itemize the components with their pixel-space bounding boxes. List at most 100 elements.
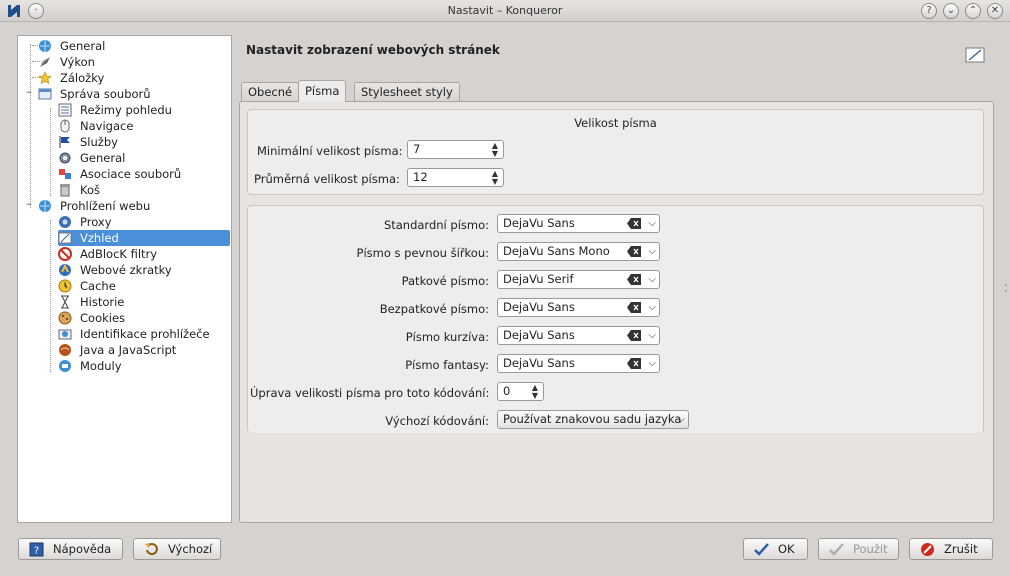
checkmark-icon	[754, 543, 769, 556]
sidebar-item-label: AdBlocK filtry	[80, 247, 158, 261]
sidebar-item-services[interactable]: Služby	[58, 134, 228, 150]
font-size-adjust-label: Úprava velikosti písma pro toto kódování…	[250, 386, 490, 400]
minimize-window-button[interactable]: ⌄	[943, 3, 959, 19]
sidebar-item-bookmarks[interactable]: Záložky	[38, 70, 228, 86]
cache-icon	[58, 279, 72, 293]
cursive-font-combo[interactable]: DejaVu Sans ⌵	[497, 326, 660, 345]
gear-icon	[59, 152, 71, 164]
sidebar-item-label: Navigace	[80, 119, 134, 133]
sidebar-item-view-modes[interactable]: Režimy pohledu	[58, 102, 228, 118]
help-button[interactable]: ? Nápověda	[18, 538, 123, 560]
settings-tree[interactable]: – – General Výkon Záložky Správa souborů…	[17, 35, 232, 523]
clear-icon[interactable]	[627, 358, 641, 369]
clear-icon[interactable]	[627, 302, 641, 313]
title-bar[interactable]: · Nastavit – Konqueror ? ⌄ ⌃ ✕	[0, 0, 1010, 22]
ok-button-label: OK	[778, 542, 795, 556]
sidebar-item-cookies[interactable]: Cookies	[58, 310, 228, 326]
sidebar-item-label: Asociace souborů	[80, 167, 182, 181]
globe-icon	[39, 200, 51, 212]
sidebar-item-history[interactable]: Historie	[58, 294, 228, 310]
sans-serif-font-combo[interactable]: DejaVu Sans ⌵	[497, 298, 660, 317]
chevron-down-icon[interactable]: ⌵	[648, 355, 656, 372]
sidebar-item-java-javascript[interactable]: Java a JavaScript	[58, 342, 228, 358]
sidebar-item-label: General	[80, 151, 126, 165]
tab-fonts[interactable]: Písma	[298, 80, 347, 102]
chevron-down-icon[interactable]: ⌵	[648, 243, 656, 260]
svg-text:?: ?	[34, 546, 39, 557]
clear-icon[interactable]	[627, 274, 641, 285]
sidebar-item-general-files[interactable]: General	[58, 150, 228, 166]
sidebar-item-navigation[interactable]: Navigace	[58, 118, 228, 134]
web-shortcuts-icon	[59, 263, 71, 276]
min-font-size-spinbox[interactable]: 7 ▲ ▼	[407, 140, 504, 159]
sidebar-item-label: Vzhled	[80, 231, 119, 245]
fixed-font-value: DejaVu Sans Mono	[503, 244, 610, 258]
ok-button[interactable]: OK	[743, 538, 808, 560]
sidebar-item-label: Moduly	[80, 359, 122, 373]
proxy-icon	[59, 216, 71, 228]
clear-icon[interactable]	[627, 330, 641, 341]
standard-font-label: Standardní písmo:	[383, 218, 489, 232]
font-size-adjust-spinbox[interactable]: 0 ▲ ▼	[497, 382, 544, 401]
close-window-button[interactable]: ✕	[987, 3, 1003, 19]
min-font-size-value: 7	[413, 142, 421, 156]
chevron-down-icon[interactable]: ⌵	[648, 215, 656, 232]
chevron-down-icon[interactable]: ⌵	[648, 299, 656, 316]
sidebar-item-label: Režimy pohledu	[80, 103, 172, 117]
clear-icon[interactable]	[627, 218, 641, 229]
avg-font-size-value: 12	[413, 170, 428, 184]
min-font-size-label: Minimální velikost písma:	[257, 144, 403, 158]
spin-arrows-icon[interactable]: ▲ ▼	[490, 169, 500, 186]
sidebar-item-label: Proxy	[80, 215, 112, 229]
spin-arrows-icon[interactable]: ▲ ▼	[530, 383, 540, 400]
plugins-icon	[59, 360, 71, 372]
adblock-icon	[58, 247, 72, 261]
cancel-button[interactable]: Zrušit	[909, 538, 993, 560]
sidebar-item-general[interactable]: General	[38, 38, 228, 54]
apply-button[interactable]: Použít	[818, 538, 899, 560]
sidebar-item-trash[interactable]: Koš	[58, 182, 228, 198]
sidebar-item-label: Záložky	[60, 71, 105, 85]
chevron-down-icon[interactable]: ⌵	[648, 271, 656, 288]
tab-general[interactable]: Obecné	[241, 82, 300, 102]
sidebar-item-file-associations[interactable]: Asociace souborů	[58, 166, 228, 182]
avg-font-size-spinbox[interactable]: 12 ▲ ▼	[407, 168, 504, 187]
sidebar-item-performance[interactable]: Výkon	[38, 54, 228, 70]
sidebar-item-proxy[interactable]: Proxy	[58, 214, 228, 230]
sans-serif-font-label: Bezpatkové písmo:	[379, 302, 489, 316]
fantasy-font-value: DejaVu Sans	[503, 356, 575, 370]
clear-icon[interactable]	[627, 246, 641, 257]
chevron-down-icon[interactable]: ⌵	[677, 411, 685, 428]
globe-icon	[39, 40, 51, 52]
serif-font-combo[interactable]: DejaVu Serif ⌵	[497, 270, 660, 289]
spin-arrows-icon[interactable]: ▲ ▼	[490, 141, 500, 158]
resize-grip[interactable]	[1004, 282, 1008, 292]
sidebar-item-plugins[interactable]: Moduly	[58, 358, 228, 374]
appearance-header-icon	[965, 47, 985, 63]
sidebar-item-web-shortcuts[interactable]: Webové zkratky	[58, 262, 228, 278]
expand-file-manager-toggle[interactable]: –	[24, 85, 34, 98]
chevron-down-icon[interactable]: ⌵	[648, 327, 656, 344]
sidebar-item-browser-identification[interactable]: Identifikace prohlížeče	[58, 326, 228, 342]
window-title: Nastavit – Konqueror	[447, 4, 563, 17]
sidebar-item-web-browsing[interactable]: Prohlížení webu	[38, 198, 228, 214]
maximize-window-button[interactable]: ⌃	[965, 3, 981, 19]
sidebar-item-appearance[interactable]: Vzhled	[58, 230, 230, 246]
help-window-button[interactable]: ?	[921, 3, 937, 19]
standard-font-value: DejaVu Sans	[503, 216, 575, 230]
appearance-icon	[58, 232, 72, 244]
tab-stylesheets[interactable]: Stylesheet styly	[354, 82, 460, 102]
sidebar-item-adblock[interactable]: AdBlocK filtry	[58, 246, 228, 262]
defaults-button[interactable]: Výchozí	[133, 538, 221, 560]
default-encoding-combo[interactable]: Používat znakovou sadu jazyka ⌵	[497, 410, 689, 429]
fantasy-font-combo[interactable]: DejaVu Sans ⌵	[497, 354, 660, 373]
cancel-button-label: Zrušit	[944, 542, 978, 556]
sidebar-item-file-management[interactable]: Správa souborů	[38, 86, 228, 102]
file-association-icon	[59, 169, 71, 179]
mouse-icon	[60, 119, 70, 133]
apply-button-label: Použít	[853, 542, 888, 556]
standard-font-combo[interactable]: DejaVu Sans ⌵	[497, 214, 660, 233]
expand-web-browsing-toggle[interactable]: –	[24, 197, 34, 210]
sidebar-item-cache[interactable]: Cache	[58, 278, 228, 294]
fixed-font-combo[interactable]: DejaVu Sans Mono ⌵	[497, 242, 660, 261]
